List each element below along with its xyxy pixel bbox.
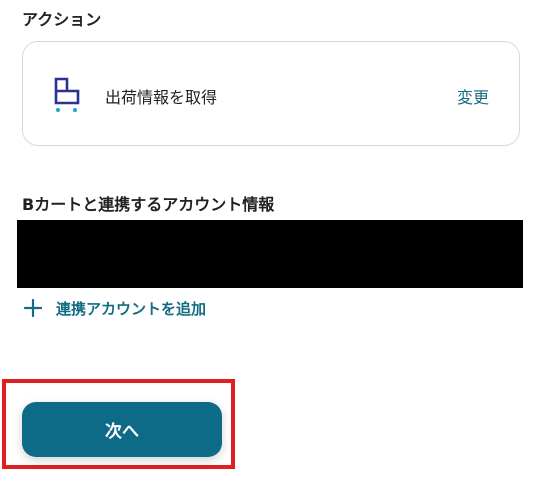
account-section-label: Bカートと連携するアカウント情報 xyxy=(22,195,275,214)
action-name: 出荷情報を取得 xyxy=(105,88,218,107)
change-action-link[interactable]: 変更 xyxy=(457,84,489,108)
b-cart-icon xyxy=(53,76,81,114)
add-account-label: 連携アカウントを追加 xyxy=(56,299,207,318)
next-button[interactable]: 次へ xyxy=(22,402,222,457)
page: アクション 出荷情報を取得 変更 Bカートと連携するアカウント情報 連携アカウン… xyxy=(0,0,552,489)
add-account-button[interactable]: 連携アカウントを追加 xyxy=(23,295,207,321)
account-select-redacted[interactable] xyxy=(17,220,523,288)
action-section-label: アクション xyxy=(22,10,102,29)
plus-icon xyxy=(23,298,43,318)
next-button-label: 次へ xyxy=(105,422,139,442)
action-card[interactable]: 出荷情報を取得 変更 xyxy=(22,41,520,146)
